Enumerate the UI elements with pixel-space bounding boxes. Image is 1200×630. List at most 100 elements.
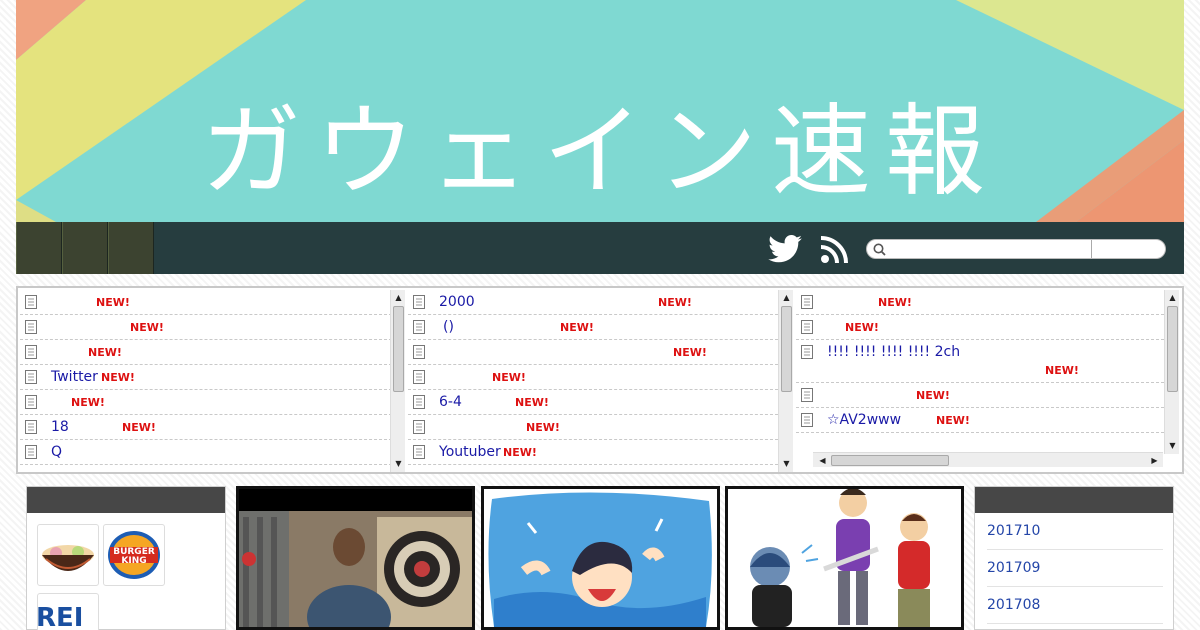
feed-item[interactable]: NEW! — [20, 390, 392, 415]
scroll-up-icon[interactable]: ▲ — [781, 292, 792, 303]
feed-title[interactable]: 18 — [51, 415, 69, 439]
feed-title[interactable]: 6-4 — [439, 390, 462, 414]
article-thumb-bullying-illustration[interactable] — [725, 486, 964, 630]
axe-throwing-photo — [239, 489, 472, 627]
bullying-illustration — [750, 489, 930, 627]
site-title[interactable]: ガウェイン速報 — [16, 70, 1184, 215]
nav-tab-2[interactable] — [62, 222, 108, 274]
feed-scrollbar-1[interactable]: ▲ ▼ — [390, 290, 405, 472]
ramen-icon — [42, 545, 94, 571]
archive-divider — [987, 586, 1163, 587]
feed-column-3: NEW! NEW! !!!! !!!! !!!! !!!! 2ch NEW! N… — [796, 290, 1164, 440]
feed-scrollbar-horizontal[interactable]: ◀ ▶ — [813, 452, 1163, 467]
document-icon — [25, 320, 37, 334]
document-icon — [801, 345, 813, 359]
document-icon — [25, 345, 37, 359]
feed-title[interactable]: 2000 — [439, 290, 475, 314]
feed-scrollbar-3[interactable]: ▲ ▼ — [1164, 290, 1179, 454]
feed-item[interactable]: 2000 NEW! — [408, 290, 778, 315]
scroll-right-icon[interactable]: ▶ — [1149, 455, 1160, 466]
scroll-thumb[interactable] — [781, 306, 792, 392]
feed-item[interactable]: Q — [20, 440, 392, 465]
feed-item[interactable]: NEW! — [796, 290, 1164, 315]
sidebar-left-widget: BURGER KING REI — [26, 486, 226, 630]
antenna-feed-panel: NEW! NEW! NEW! Twitter NEW! NEW! 18 NEW!… — [16, 286, 1184, 474]
nav-tab-3[interactable] — [108, 222, 154, 274]
archive-link-201709[interactable]: 201709 — [987, 560, 1040, 576]
new-badge: NEW! — [560, 321, 594, 334]
ramen-thumb[interactable] — [37, 524, 99, 586]
feed-item[interactable]: () NEW! — [408, 315, 778, 340]
new-badge: NEW! — [503, 446, 537, 459]
search-input[interactable] — [889, 241, 1087, 257]
document-icon — [25, 420, 37, 434]
feed-item[interactable]: ☆AV2www NEW! — [796, 408, 1164, 433]
feed-title[interactable]: Q — [51, 440, 62, 464]
feed-item[interactable]: NEW! — [796, 383, 1164, 408]
rei-logo-icon: REI — [38, 603, 83, 630]
scroll-thumb-horizontal[interactable] — [831, 455, 949, 466]
document-icon — [25, 395, 37, 409]
rss-icon[interactable] — [820, 236, 848, 264]
feed-item[interactable]: 18 NEW! — [20, 415, 392, 440]
feed-title[interactable]: ☆AV2www — [827, 408, 901, 432]
nav-tab-1[interactable] — [16, 222, 62, 274]
burger-king-thumb[interactable]: BURGER KING — [103, 524, 165, 586]
search-icon — [873, 243, 886, 256]
twitter-icon[interactable] — [768, 235, 802, 263]
scroll-up-icon[interactable]: ▲ — [393, 292, 404, 303]
feed-item[interactable]: Youtuber NEW! — [408, 440, 778, 465]
burger-king-logo-icon: BURGER KING — [108, 531, 160, 579]
scroll-down-icon[interactable]: ▼ — [781, 458, 792, 469]
feed-scrollbar-2[interactable]: ▲ ▼ — [778, 290, 793, 472]
new-badge: NEW! — [878, 296, 912, 309]
archive-widget: 201710 201709 201708 — [974, 486, 1174, 630]
document-icon — [801, 388, 813, 402]
archive-link-201710[interactable]: 201710 — [987, 523, 1040, 539]
new-badge: NEW! — [515, 396, 549, 409]
document-icon — [413, 420, 425, 434]
feed-item[interactable]: NEW! — [796, 315, 1164, 340]
document-icon — [25, 370, 37, 384]
feed-item[interactable]: 6-4 NEW! — [408, 390, 778, 415]
new-badge: NEW! — [101, 371, 135, 384]
scroll-down-icon[interactable]: ▼ — [1167, 440, 1178, 451]
widget-header — [27, 487, 225, 513]
scroll-thumb[interactable] — [1167, 306, 1178, 392]
document-icon — [25, 295, 37, 309]
new-badge: NEW! — [526, 421, 560, 434]
feed-item[interactable]: Twitter NEW! — [20, 365, 392, 390]
feed-item[interactable]: NEW! — [408, 415, 778, 440]
feed-title[interactable]: Youtuber — [439, 440, 501, 464]
new-badge: NEW! — [1045, 364, 1079, 377]
site-banner[interactable]: ガウェイン速報 — [16, 0, 1184, 222]
new-badge: NEW! — [130, 321, 164, 334]
document-icon — [25, 445, 37, 459]
archive-link-201708[interactable]: 201708 — [987, 597, 1040, 613]
feed-item[interactable]: NEW! — [408, 340, 778, 365]
new-badge: NEW! — [845, 321, 879, 334]
rei-thumb[interactable]: REI — [37, 593, 99, 630]
feed-title[interactable]: () — [443, 315, 454, 339]
document-icon — [413, 320, 425, 334]
page: ガウェイン速報 NEW! NEW! NEW! Twitter NEW! NEW!… — [16, 0, 1184, 630]
document-icon — [801, 295, 813, 309]
article-thumb-axe-throwing[interactable] — [236, 486, 475, 630]
new-badge: NEW! — [492, 371, 526, 384]
feed-item[interactable]: NEW! — [20, 340, 392, 365]
scroll-up-icon[interactable]: ▲ — [1167, 292, 1178, 303]
feed-title[interactable]: !!!! !!!! !!!! !!!! 2ch — [827, 340, 960, 364]
article-thumb-drowning-illustration[interactable] — [481, 486, 720, 630]
scroll-down-icon[interactable]: ▼ — [393, 458, 404, 469]
feed-item[interactable]: !!!! !!!! !!!! !!!! 2ch NEW! — [796, 340, 1164, 383]
scroll-thumb[interactable] — [393, 306, 404, 392]
feed-item[interactable]: NEW! — [20, 290, 392, 315]
search-box[interactable] — [866, 239, 1166, 259]
feed-item[interactable]: NEW! — [20, 315, 392, 340]
archive-divider — [987, 549, 1163, 550]
document-icon — [801, 413, 813, 427]
feed-title[interactable]: Twitter — [51, 365, 98, 389]
scroll-left-icon[interactable]: ◀ — [817, 455, 828, 466]
new-badge: NEW! — [673, 346, 707, 359]
feed-item[interactable]: NEW! — [408, 365, 778, 390]
